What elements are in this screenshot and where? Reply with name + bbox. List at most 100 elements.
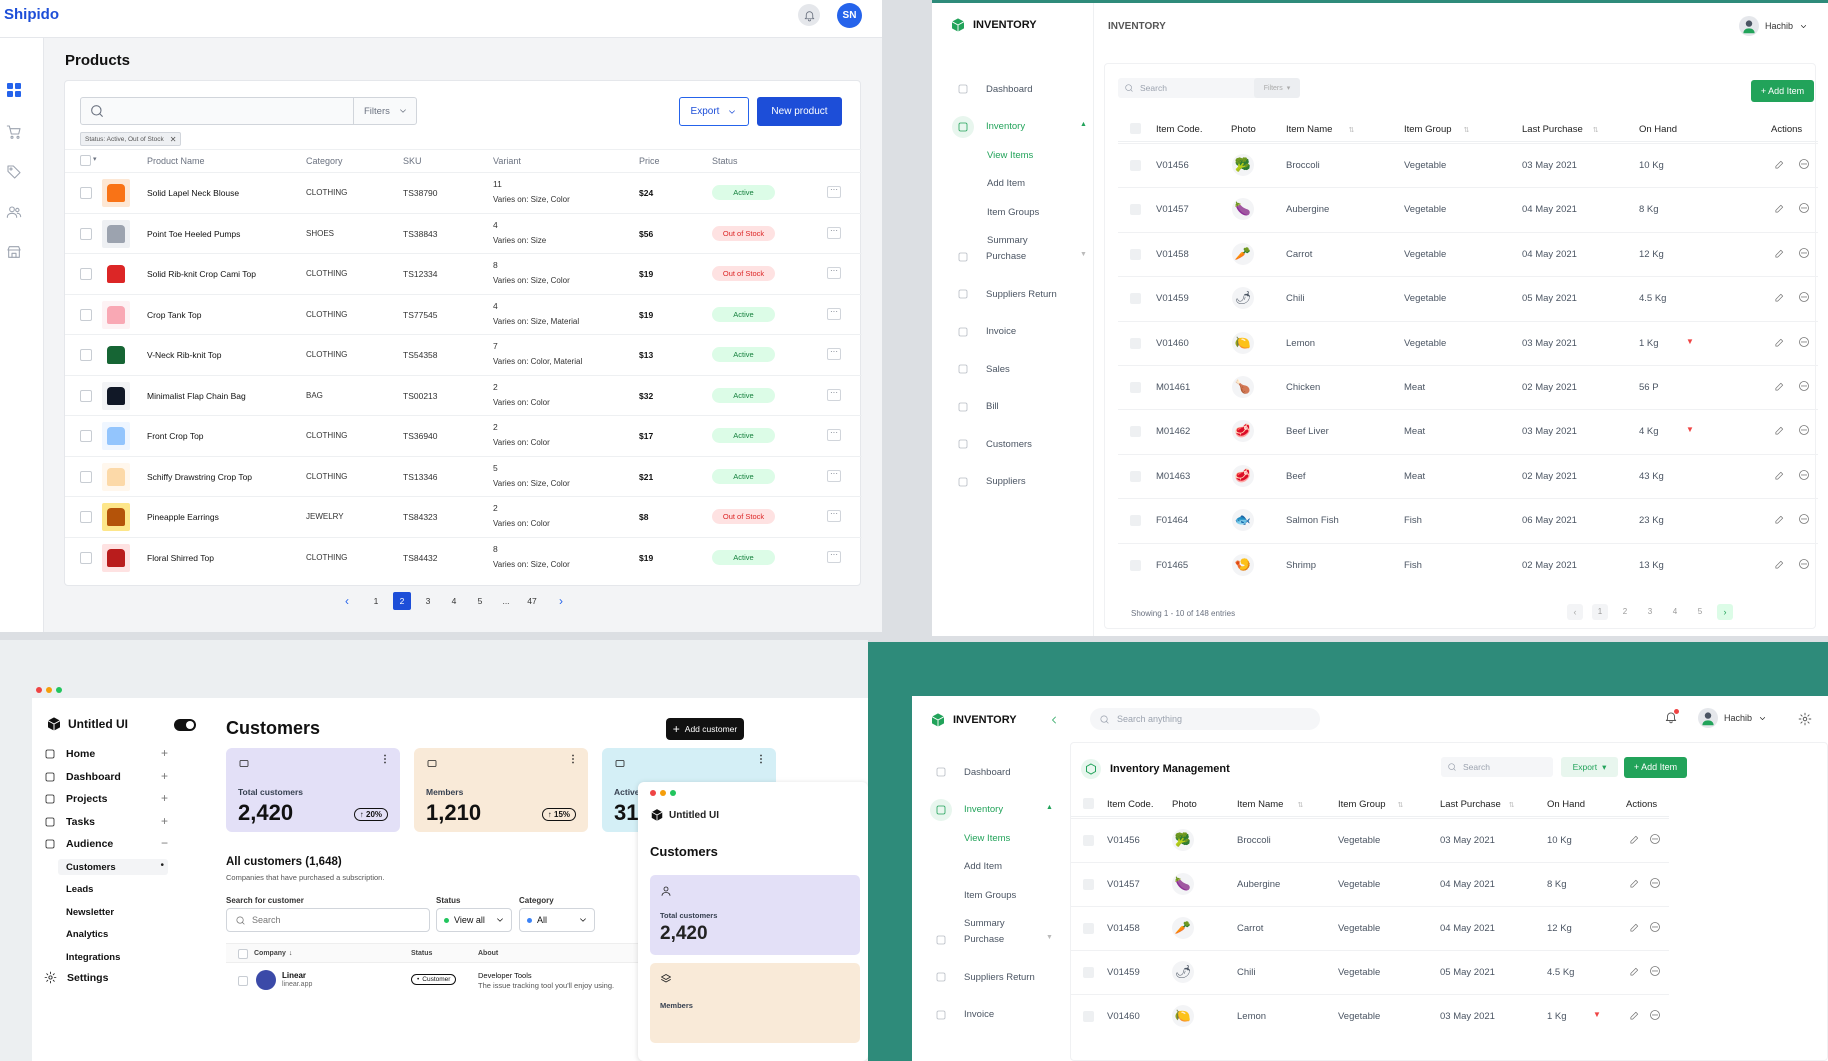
plus-icon[interactable]: +: [161, 746, 168, 760]
item-name[interactable]: Beef Liver: [1286, 426, 1329, 437]
page-link[interactable]: 4: [445, 592, 463, 610]
chevron-right-icon[interactable]: ›: [559, 594, 563, 608]
col-item-group[interactable]: Item Group ⇅: [1338, 799, 1403, 810]
chevron-down-icon[interactable]: ▼: [1080, 251, 1087, 258]
table-row[interactable]: F01464 🐟 Salmon Fish Fish 06 May 2021 23 Kg: [1118, 498, 1818, 542]
row-checkbox[interactable]: [80, 349, 92, 361]
edit-icon[interactable]: [1774, 559, 1785, 570]
row-checkbox[interactable]: [1083, 1011, 1094, 1022]
table-row[interactable]: V01460 🍋 Lemon Vegetable 03 May 2021 1 Kg ▼: [1118, 320, 1818, 365]
tag-icon[interactable]: [6, 164, 22, 180]
category-select[interactable]: All: [519, 908, 595, 932]
page-link[interactable]: 5: [1692, 604, 1708, 620]
gear-icon[interactable]: [1798, 712, 1812, 726]
more-icon[interactable]: [1798, 291, 1810, 303]
sort-icon[interactable]: ⇅: [1297, 801, 1303, 809]
close-icon[interactable]: ✕: [170, 135, 177, 144]
col-item-code[interactable]: Item Code.: [1156, 124, 1202, 135]
add-item-button[interactable]: + Add Item: [1751, 80, 1814, 102]
nav-item-dashboard[interactable]: Dashboard +: [44, 769, 168, 785]
edit-icon[interactable]: [1774, 470, 1785, 481]
table-row[interactable]: Floral Shirred Top CLOTHING TS84432 8 Varies…: [65, 536, 862, 577]
sidebar-item-suppliers[interactable]: Suppliers: [952, 470, 1082, 494]
chevron-up-icon[interactable]: ▲: [1046, 804, 1053, 811]
col-company[interactable]: Company ↓: [254, 950, 292, 957]
select-all-checkbox[interactable]: [80, 155, 91, 166]
item-name[interactable]: Chicken: [1286, 382, 1320, 393]
col-on-hand[interactable]: On Hand: [1639, 124, 1677, 135]
col-item-name[interactable]: Item Name ⇅: [1237, 799, 1303, 810]
row-checkbox[interactable]: [1130, 337, 1141, 349]
item-name[interactable]: Aubergine: [1286, 204, 1329, 215]
edit-icon[interactable]: [1774, 425, 1785, 436]
caret-down-icon[interactable]: ▾: [93, 155, 97, 163]
table-row[interactable]: Linear linear.app • Customer Developer T…: [226, 963, 666, 999]
table-row[interactable]: Crop Tank Top CLOTHING TS77545 4 Varies on: …: [65, 293, 862, 334]
table-row[interactable]: V01457 🍆 Aubergine Vegetable 04 May 2021 8 Kg: [1071, 862, 1669, 906]
more-icon[interactable]: ···: [827, 307, 841, 320]
maximize-dot-icon[interactable]: [56, 687, 62, 693]
item-name[interactable]: Carrot: [1286, 249, 1312, 260]
sidebar-subitem-view-items[interactable]: View Items: [964, 833, 1010, 844]
page-link[interactable]: 2: [393, 592, 411, 610]
select-all-checkbox[interactable]: [1130, 123, 1141, 134]
table-row[interactable]: V-Neck Rib-knit Top CLOTHING TS54358 7 Varie…: [65, 334, 862, 374]
more-icon[interactable]: ···: [827, 510, 841, 522]
item-name[interactable]: Chili: [1286, 293, 1304, 304]
row-checkbox[interactable]: [1130, 248, 1141, 260]
product-name[interactable]: Floral Shirred Top: [147, 553, 214, 563]
item-name[interactable]: Beef: [1286, 471, 1306, 482]
sidebar-subitem-add-item[interactable]: Add Item: [987, 178, 1025, 189]
page-link[interactable]: 4: [1667, 604, 1683, 620]
search-input[interactable]: Search: [1118, 78, 1258, 98]
row-checkbox[interactable]: [80, 268, 92, 280]
more-icon[interactable]: [1798, 158, 1810, 170]
new-product-button[interactable]: New product: [757, 97, 842, 126]
chevron-up-icon[interactable]: ▲: [1080, 121, 1087, 128]
item-name[interactable]: Broccoli: [1237, 835, 1271, 846]
global-search-input[interactable]: Search anything: [1090, 708, 1320, 730]
more-icon[interactable]: [1649, 1009, 1661, 1021]
more-icon[interactable]: [1649, 965, 1661, 977]
sidebar-item-dashboard[interactable]: Dashboard: [952, 77, 1082, 101]
row-checkbox[interactable]: [80, 308, 92, 321]
col-item-code[interactable]: Item Code.: [1107, 799, 1153, 810]
more-icon[interactable]: ···: [827, 388, 841, 401]
grid-icon[interactable]: [6, 82, 22, 98]
row-checkbox[interactable]: [1130, 559, 1141, 571]
sidebar-item-sales[interactable]: Sales: [952, 357, 1082, 381]
nav-item-tasks[interactable]: Tasks +: [44, 814, 168, 830]
kebab-menu-icon[interactable]: ⋮: [568, 754, 578, 765]
search-input[interactable]: Search: [1441, 757, 1553, 777]
sidebar-subitem-item-groups[interactable]: Item Groups: [987, 207, 1039, 218]
product-name[interactable]: Schiffy Drawstring Crop Top: [147, 472, 252, 482]
row-checkbox[interactable]: [238, 976, 248, 986]
chevron-left-icon[interactable]: [1048, 714, 1060, 726]
chevron-down-icon[interactable]: ▼: [1046, 934, 1053, 941]
sort-icon[interactable]: ⇅: [1464, 126, 1470, 134]
col-last-purchase[interactable]: Last Purchase ⇅: [1440, 799, 1515, 810]
table-row[interactable]: M01461 🍗 Chicken Meat 02 May 2021 56 P: [1118, 365, 1818, 409]
sidebar-item-inventory[interactable]: Inventory ▲: [952, 115, 1087, 139]
row-checkbox[interactable]: [80, 227, 92, 240]
edit-icon[interactable]: [1774, 514, 1785, 525]
more-icon[interactable]: ···: [827, 550, 841, 563]
sort-icon[interactable]: ⇅: [1593, 126, 1599, 134]
plus-icon[interactable]: +: [161, 791, 168, 805]
maximize-dot-icon[interactable]: [670, 790, 676, 796]
more-icon[interactable]: [1649, 833, 1661, 845]
item-name[interactable]: Broccoli: [1286, 160, 1320, 171]
add-item-button[interactable]: + Add Item: [1624, 757, 1687, 778]
sidebar-item-bill[interactable]: Bill: [952, 395, 1082, 419]
more-icon[interactable]: ···: [827, 429, 841, 441]
users-icon[interactable]: [6, 204, 22, 220]
product-name[interactable]: Point Toe Heeled Pumps: [147, 229, 240, 239]
minus-icon[interactable]: −: [161, 836, 168, 850]
more-icon[interactable]: ···: [827, 348, 841, 360]
sidebar-item-suppliers-return[interactable]: Suppliers Return: [952, 282, 1082, 306]
item-name[interactable]: Aubergine: [1237, 879, 1280, 890]
nav-item-projects[interactable]: Projects +: [44, 791, 168, 807]
chevron-right-icon[interactable]: ›: [1717, 604, 1733, 620]
filters-dropdown[interactable]: Filters ▾: [1254, 78, 1300, 98]
more-icon[interactable]: ···: [827, 226, 841, 239]
